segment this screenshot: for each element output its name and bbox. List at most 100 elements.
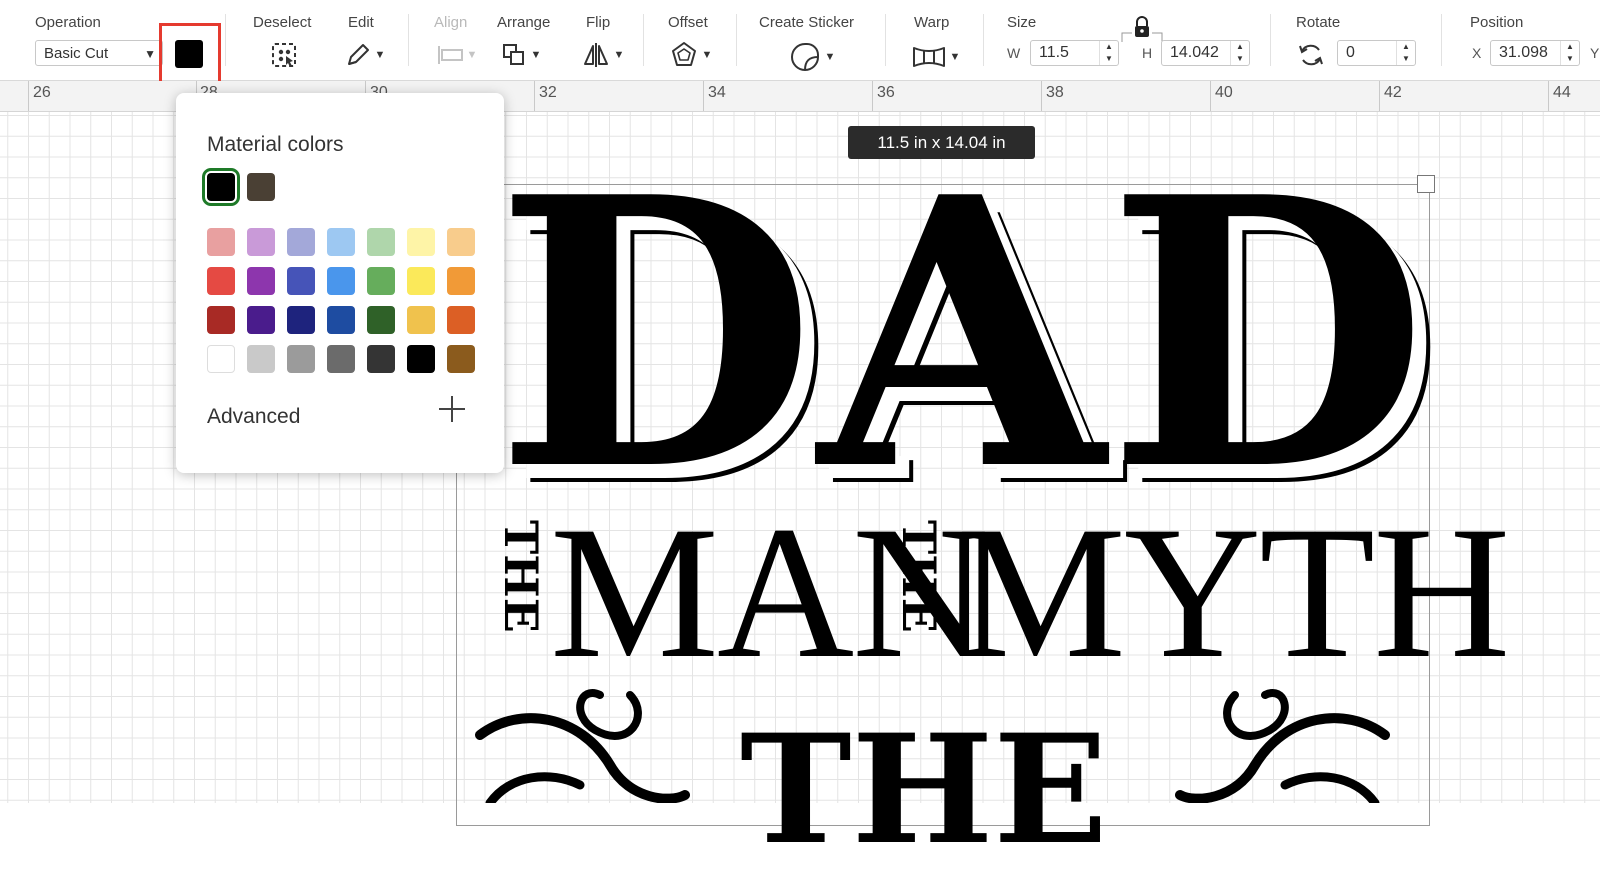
flip-label: Flip — [586, 14, 611, 31]
chevron-down-icon: ▼ — [144, 47, 156, 61]
palette-swatch[interactable] — [447, 306, 475, 334]
edit-button[interactable]: ▼ — [342, 40, 388, 70]
toolbar-divider — [1441, 14, 1442, 66]
material-colors-popup: Material colors Advanced — [176, 93, 504, 473]
offset-button[interactable]: ▼ — [668, 40, 714, 70]
position-x-label: X — [1472, 45, 1482, 61]
chevron-down-icon: ▼ — [466, 49, 478, 61]
plus-icon[interactable] — [436, 393, 468, 425]
rotate-icon-wrap — [1296, 40, 1326, 70]
align-button[interactable]: ▼ — [434, 42, 480, 68]
chevron-down-icon: ▼ — [374, 49, 386, 61]
rotate-input[interactable]: 0 ▲ ▼ — [1337, 40, 1416, 66]
offset-label: Offset — [668, 14, 708, 31]
ruler-tick — [534, 81, 535, 111]
flip-button[interactable]: ▼ — [580, 40, 626, 70]
toolbar-divider — [885, 14, 886, 66]
design-text-the[interactable]: THE — [740, 715, 1108, 865]
material-swatch-brown[interactable] — [247, 173, 275, 201]
arrange-button[interactable]: ▼ — [498, 40, 544, 70]
toolbar-divider — [1270, 14, 1271, 66]
ruler-number: 38 — [1046, 84, 1064, 101]
ruler-tick — [703, 81, 704, 111]
flourish-right-icon — [1175, 689, 1390, 803]
palette-swatch[interactable] — [407, 345, 435, 373]
rotate-icon — [1299, 44, 1323, 66]
palette-swatch[interactable] — [247, 345, 275, 373]
ruler-tick — [1548, 81, 1549, 111]
rotate-value: 0 — [1346, 44, 1355, 61]
palette-swatch[interactable] — [407, 306, 435, 334]
width-value: 11.5 — [1039, 44, 1069, 61]
toolbar-divider — [408, 14, 409, 66]
operation-value: Basic Cut — [44, 44, 109, 62]
ruler-number: 40 — [1215, 84, 1233, 101]
ruler-number: 32 — [539, 84, 557, 101]
palette-swatch[interactable] — [447, 267, 475, 295]
palette-swatch[interactable] — [247, 228, 275, 256]
sticker-icon — [790, 43, 819, 71]
position-x-input[interactable]: 31.098 ▲ ▼ — [1490, 40, 1580, 66]
palette-swatch[interactable] — [447, 228, 475, 256]
flourish-left-icon — [475, 689, 690, 803]
edit-label: Edit — [348, 14, 374, 31]
operation-select[interactable]: Basic Cut ▼ — [35, 40, 163, 66]
width-stepper[interactable]: ▲ ▼ — [1099, 41, 1118, 65]
palette-swatch[interactable] — [287, 306, 315, 334]
position-x-value: 31.098 — [1499, 44, 1548, 61]
ruler-tick — [1210, 81, 1211, 111]
palette-swatch[interactable] — [287, 345, 315, 373]
height-input[interactable]: 14.042 ▲ ▼ — [1161, 40, 1250, 66]
popup-title: Material colors — [207, 133, 344, 156]
palette-swatch[interactable] — [367, 267, 395, 295]
palette-swatch[interactable] — [367, 345, 395, 373]
position-x-stepper[interactable]: ▲ ▼ — [1560, 41, 1579, 65]
palette-swatch[interactable] — [247, 306, 275, 334]
toolbar-divider — [736, 14, 737, 66]
rotate-stepper[interactable]: ▲ ▼ — [1396, 41, 1415, 65]
design-text-myth[interactable]: MYTH — [957, 498, 1510, 688]
arrange-label: Arrange — [497, 14, 551, 31]
design-text-the-small[interactable]: THE — [494, 520, 548, 633]
arrange-icon — [502, 44, 524, 65]
align-label: Align — [434, 14, 468, 31]
palette-swatch[interactable] — [327, 267, 355, 295]
create-sticker-label: Create Sticker — [759, 14, 855, 31]
width-input[interactable]: 11.5 ▲ ▼ — [1030, 40, 1119, 66]
palette-swatch[interactable] — [207, 306, 235, 334]
chevron-down-icon: ▼ — [530, 49, 542, 61]
height-stepper[interactable]: ▲ ▼ — [1230, 41, 1249, 65]
deselect-button[interactable] — [268, 40, 300, 70]
palette-swatch[interactable] — [367, 228, 395, 256]
warp-button[interactable]: ▼ — [910, 42, 962, 72]
palette-swatch[interactable] — [407, 267, 435, 295]
material-swatch-black[interactable] — [202, 168, 240, 206]
position-label: Position — [1470, 14, 1524, 31]
palette-swatch[interactable] — [367, 306, 395, 334]
design-text-dad[interactable]: DAD — [495, 150, 1430, 520]
palette-swatch[interactable] — [207, 228, 235, 256]
ruler-number: 34 — [708, 84, 726, 101]
palette-swatch[interactable] — [207, 267, 235, 295]
palette-swatch[interactable] — [327, 345, 355, 373]
rotate-label: Rotate — [1296, 14, 1341, 31]
palette-swatch[interactable] — [287, 228, 315, 256]
ruler-tick — [1379, 81, 1380, 111]
palette-swatch[interactable] — [327, 306, 355, 334]
warp-label: Warp — [914, 14, 950, 31]
palette-swatch[interactable] — [287, 267, 315, 295]
advanced-label: Advanced — [207, 405, 301, 428]
palette-swatch[interactable] — [327, 228, 355, 256]
warp-icon — [912, 47, 945, 67]
chevron-down-icon: ▼ — [949, 51, 961, 63]
palette-swatch[interactable] — [407, 228, 435, 256]
width-label: W — [1007, 45, 1021, 61]
size-label: Size — [1007, 14, 1037, 31]
palette-swatch[interactable] — [447, 345, 475, 373]
design-text-the-small[interactable]: THE — [892, 520, 946, 633]
toolbar-divider — [643, 14, 644, 66]
create-sticker-button[interactable]: ▼ — [786, 40, 838, 74]
deselect-label: Deselect — [253, 14, 312, 31]
palette-swatch[interactable] — [247, 267, 275, 295]
palette-swatch[interactable] — [207, 345, 235, 373]
